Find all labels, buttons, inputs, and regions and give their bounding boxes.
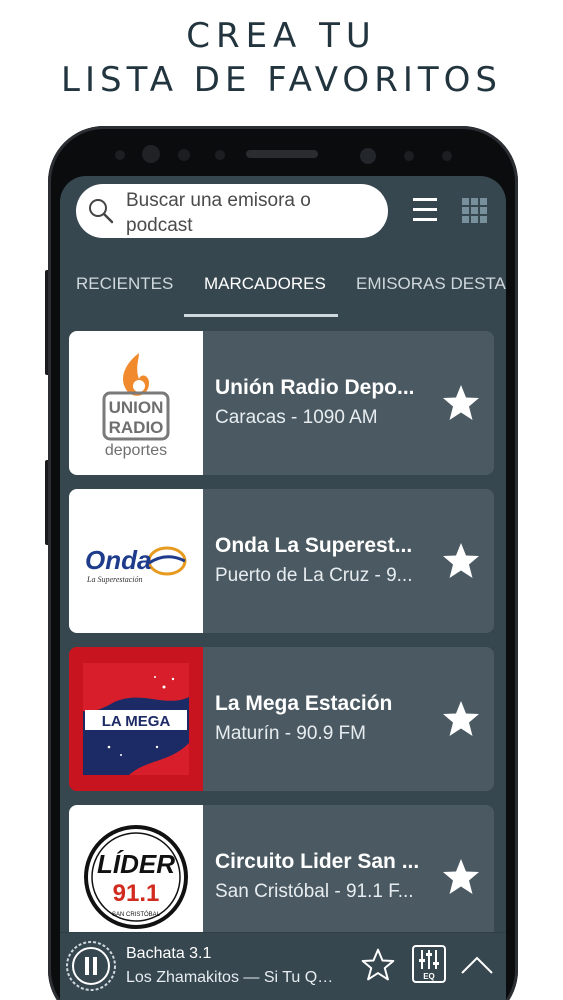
onda-logo-subtext: La Superestación <box>86 575 142 584</box>
now-playing-station: Bachata 3.1 <box>126 945 212 962</box>
favorite-star-outline-icon[interactable] <box>360 947 396 983</box>
phone-sensor <box>442 151 452 161</box>
lider-freq-text: 91.1 <box>113 880 160 907</box>
app-screen: Buscar una emisora o podcast RECIENTES M… <box>60 176 506 1000</box>
grid-view-icon[interactable] <box>462 198 487 223</box>
phone-speaker <box>246 150 318 158</box>
station-detail: Caracas - 1090 AM <box>215 407 378 428</box>
mini-player[interactable]: Bachata 3.1 Los Zhamakitos — Si Tu Qui..… <box>60 932 506 1000</box>
active-tab-indicator <box>184 314 338 317</box>
station-detail: Puerto de La Cruz - 9... <box>215 565 413 586</box>
front-camera <box>360 148 376 164</box>
station-card[interactable]: Onda La Superestación Onda La Superest..… <box>69 489 494 633</box>
eq-label: EQ <box>423 972 435 981</box>
hamburger-menu-icon[interactable] <box>413 196 437 224</box>
union-logo-text: UNION <box>109 398 164 417</box>
la-mega-logo-text: LA MEGA <box>102 713 171 730</box>
pause-button-icon[interactable] <box>64 939 118 993</box>
tab-bar: RECIENTES MARCADORES EMISORAS DESTAC <box>60 266 506 318</box>
equalizer-icon[interactable]: EQ <box>412 945 446 983</box>
radio-logo-text: RADIO <box>109 418 164 437</box>
search-bar[interactable]: Buscar una emisora o podcast <box>76 184 388 238</box>
favorite-star-icon[interactable] <box>441 541 481 581</box>
tab-emisoras-destacadas[interactable]: EMISORAS DESTAC <box>356 274 506 294</box>
station-detail: San Cristóbal - 91.1 F... <box>215 881 414 902</box>
chevron-up-icon[interactable] <box>460 953 494 977</box>
station-card[interactable]: LÍDER 91.1 SAN CRISTÓBAL Circuito Lider … <box>69 805 494 949</box>
favorite-star-icon[interactable] <box>441 857 481 897</box>
promo-headline-line2: LISTA DE FAVORITOS <box>61 60 502 100</box>
deportes-logo-text: deportes <box>105 442 167 459</box>
lider-logo-text: LÍDER <box>97 849 175 879</box>
onda-logo-text: Onda <box>85 545 151 575</box>
promo-headline-line1: CREA TU <box>186 16 377 56</box>
union-radio-logo: UNION RADIO deportes <box>69 331 203 475</box>
favorite-star-icon[interactable] <box>441 383 481 423</box>
lider-subtext: SAN CRISTÓBAL <box>112 911 161 918</box>
now-playing-track: Los Zhamakitos — Si Tu Qui... <box>126 969 340 986</box>
favorite-star-icon[interactable] <box>441 699 481 739</box>
station-card[interactable]: LA MEGA La Mega Estación Maturín - 90.9 … <box>69 647 494 791</box>
lider-logo: LÍDER 91.1 SAN CRISTÓBAL <box>69 805 203 949</box>
station-name: Unión Radio Depo... <box>215 376 415 399</box>
onda-logo: Onda La Superestación <box>69 489 203 633</box>
la-mega-logo: LA MEGA <box>69 647 203 791</box>
station-name: Circuito Lider San ... <box>215 850 420 873</box>
phone-sensor <box>178 149 190 161</box>
phone-sensor <box>404 151 414 161</box>
station-card[interactable]: UNION RADIO deportes Unión Radio Depo...… <box>69 331 494 475</box>
phone-sensor <box>142 145 160 163</box>
phone-sensor <box>115 150 125 160</box>
tab-marcadores[interactable]: MARCADORES <box>204 274 326 294</box>
search-input[interactable]: Buscar una emisora o podcast <box>126 188 376 238</box>
station-name: La Mega Estación <box>215 692 393 715</box>
phone-sensor <box>215 150 225 160</box>
tab-recientes[interactable]: RECIENTES <box>76 274 173 294</box>
station-name: Onda La Superest... <box>215 534 413 557</box>
search-icon[interactable] <box>88 198 114 224</box>
station-detail: Maturín - 90.9 FM <box>215 723 366 744</box>
